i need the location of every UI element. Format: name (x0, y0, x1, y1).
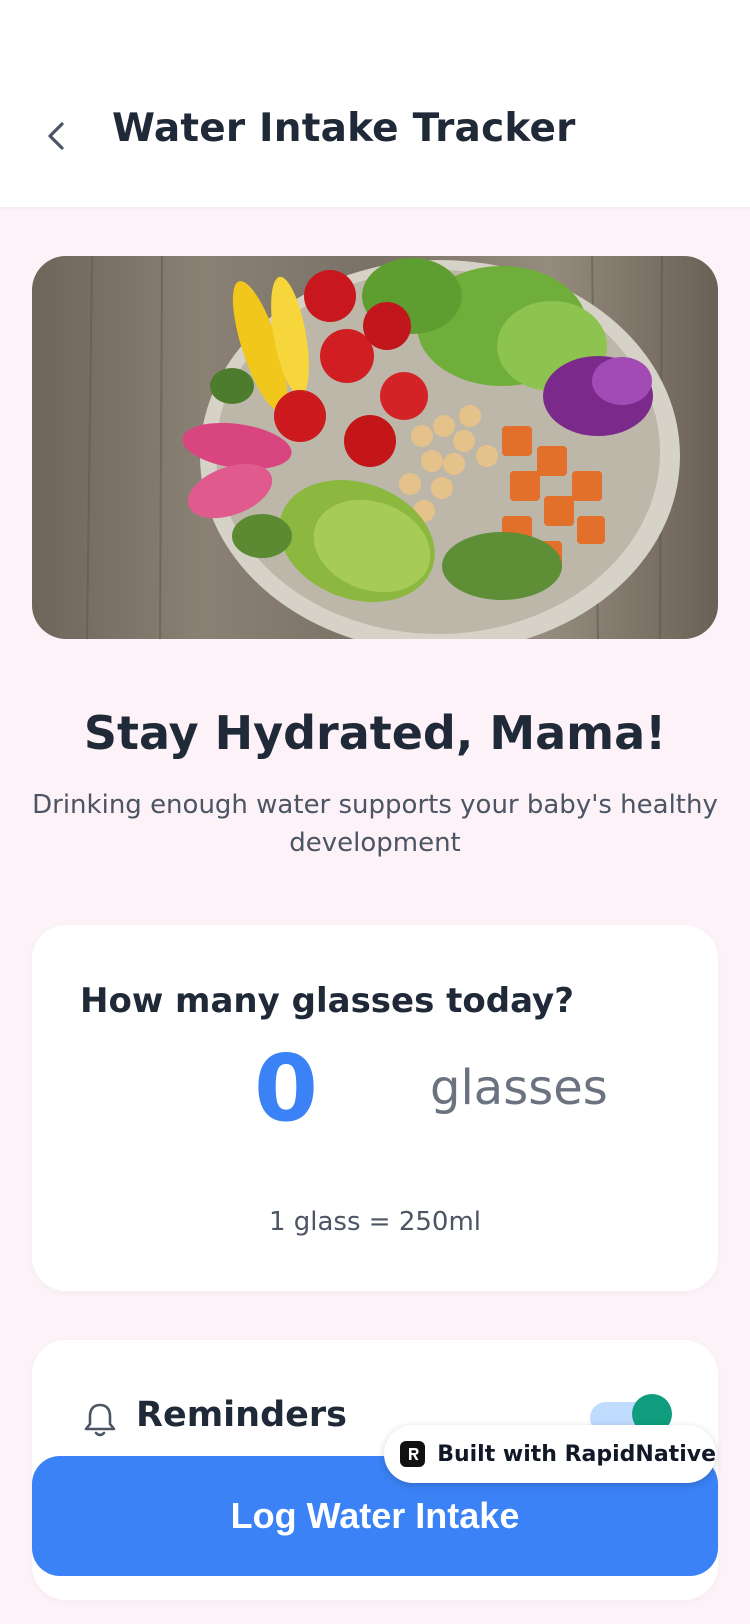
reminders-label: Reminders (136, 1395, 347, 1435)
app-header: Water Intake Tracker (0, 0, 750, 207)
glass-count-value: 0 (254, 1035, 319, 1142)
salad-bowl-image (32, 256, 718, 639)
badge-text: Built with RapidNative (437, 1441, 716, 1467)
back-button[interactable] (32, 108, 80, 164)
glass-count-unit: glasses (430, 1060, 608, 1116)
bell-icon (84, 1403, 116, 1437)
page-title: Water Intake Tracker (112, 106, 576, 151)
glass-counter-card: How many glasses today? 0 glasses 1 glas… (32, 925, 718, 1291)
hydration-headline: Stay Hydrated, Mama! (83, 706, 667, 760)
built-with-badge[interactable]: Built with RapidNative (384, 1425, 716, 1483)
counter-title: How many glasses today? (80, 981, 574, 1021)
glass-size-note: 1 glass = 250ml (268, 1207, 482, 1237)
chevron-left-icon (48, 122, 64, 150)
rapidnative-logo-icon (400, 1441, 426, 1467)
hero-image (32, 256, 718, 639)
hydration-subtext: Drinking enough water supports your baby… (32, 790, 718, 858)
